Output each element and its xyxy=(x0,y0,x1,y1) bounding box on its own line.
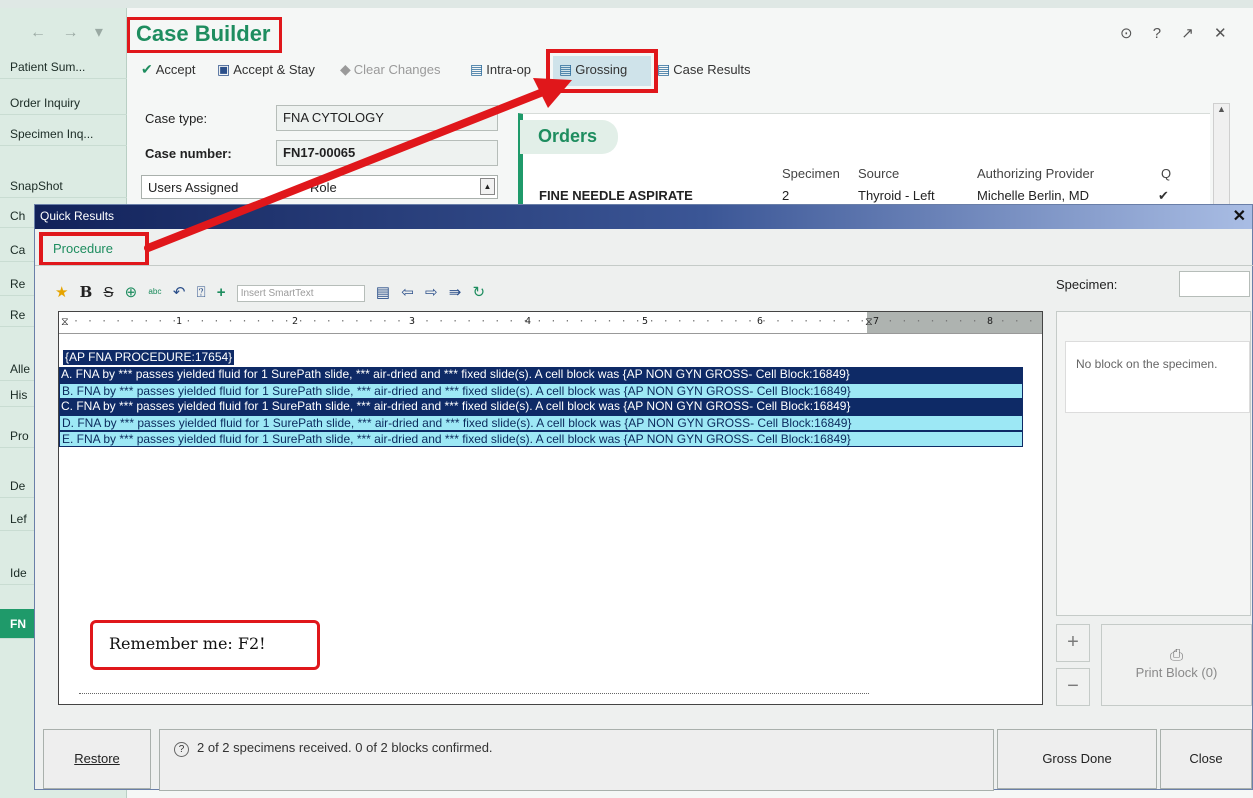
accept-button[interactable]: ✔ Accept xyxy=(141,61,195,78)
users-assigned-table-header: Users Assigned Role ▲ xyxy=(141,175,498,199)
ruler-number: 3 xyxy=(409,316,416,327)
indent-marker-icon[interactable]: ⧖ xyxy=(61,315,69,329)
case-number-label: Case number: xyxy=(145,146,232,161)
ruler-number: 2 xyxy=(292,316,299,327)
quick-results-dialog: Quick Results ✕ Procedure ★ B S ⊕ ᵃᵇᶜ ↶ … xyxy=(34,204,1253,791)
no-block-message: No block on the specimen. xyxy=(1065,341,1250,413)
case-results-button[interactable]: ▤ Case Results xyxy=(657,61,751,78)
orders-header-source: Source xyxy=(858,166,900,181)
procedure-smartlink[interactable]: {AP FNA PROCEDURE:17654} xyxy=(63,350,235,365)
window-icons[interactable]: ⊙ ? ↗ ✕ xyxy=(1120,24,1235,42)
smarttext-list-icon[interactable]: ▤ xyxy=(376,283,390,301)
restore-button[interactable]: Restore xyxy=(43,729,151,789)
orders-title: Orders xyxy=(520,120,618,154)
case-number-field[interactable]: FN17-00065 xyxy=(276,140,498,166)
intra-op-button[interactable]: ▤ Intra-op xyxy=(470,61,531,78)
form-icon: ▤ xyxy=(657,61,671,77)
dialog-title: Quick Results xyxy=(40,209,115,223)
smarttext-input[interactable]: Insert SmartText xyxy=(236,284,365,302)
ruler-number: 8 xyxy=(987,316,994,327)
check-icon: ✔ xyxy=(141,61,153,77)
undo-icon[interactable]: ↶ xyxy=(173,283,186,301)
previous-icon[interactable]: ⇦ xyxy=(401,283,414,301)
top-strip xyxy=(0,0,1253,8)
scroll-up-icon[interactable]: ▲ xyxy=(480,178,495,195)
tab-divider xyxy=(35,265,1253,266)
remove-block-button[interactable]: − xyxy=(1056,668,1090,706)
title-highlight-box xyxy=(127,17,282,53)
procedure-line-c[interactable]: C. FNA by *** passes yielded fluid for 1… xyxy=(59,399,1023,415)
next-icon[interactable]: ⇨ xyxy=(425,283,438,301)
sidebar-item-patient-summary[interactable]: Patient Sum... xyxy=(0,55,127,79)
order-provider: Michelle Berlin, MD xyxy=(977,188,1089,203)
callout-remember-f2: Remember me: F2! xyxy=(90,620,320,670)
accept-stay-button[interactable]: ▣ Accept & Stay xyxy=(217,61,315,78)
close-icon[interactable]: ✕ xyxy=(1233,206,1246,226)
bold-icon[interactable]: B xyxy=(80,283,93,301)
ruler-number: 7 xyxy=(873,316,880,327)
ruler-number: 5 xyxy=(642,316,649,327)
order-name[interactable]: FINE NEEDLE ASPIRATE xyxy=(539,188,693,203)
sidebar-item-order-inquiry[interactable]: Order Inquiry xyxy=(0,91,127,115)
question-icon: ? xyxy=(174,742,189,757)
close-button[interactable]: Close xyxy=(1160,729,1252,789)
status-text: 2 of 2 specimens received. 0 of 2 blocks… xyxy=(197,740,493,755)
role-header: Role xyxy=(310,180,337,195)
orders-header-specimen: Specimen xyxy=(782,166,840,181)
printer-icon: ⎙ xyxy=(1170,647,1183,664)
ruler-number: 1 xyxy=(176,316,183,327)
add-icon[interactable]: + xyxy=(217,284,226,301)
spellcheck-icon[interactable]: ᵃᵇᶜ xyxy=(148,286,161,300)
eraser-icon: ◆ xyxy=(340,61,351,77)
ruler-number: 4 xyxy=(525,316,532,327)
procedure-line-b[interactable]: B. FNA by *** passes yielded fluid for 1… xyxy=(59,383,1023,399)
ruler-ticks: · · · · · · · · · · · · · · · · · · · · … xyxy=(73,316,1042,327)
refresh-icon[interactable]: ↻ xyxy=(473,283,486,301)
help-icon[interactable]: ⍰ xyxy=(197,284,206,301)
print-block-label: Print Block (0) xyxy=(1135,665,1218,680)
sidebar-item-specimen-inquiry[interactable]: Specimen Inq... xyxy=(0,122,127,146)
checkmark-icon: ✔ xyxy=(1158,188,1169,203)
strikethrough-icon[interactable]: S xyxy=(103,284,113,301)
specimen-label: Specimen: xyxy=(1056,277,1118,292)
orders-header-q: Q xyxy=(1161,166,1172,181)
procedure-tab-highlight-box xyxy=(39,232,149,266)
editor-bottom-rule xyxy=(79,693,869,694)
procedure-line-d[interactable]: D. FNA by *** passes yielded fluid for 1… xyxy=(59,415,1023,431)
gross-done-button[interactable]: Gross Done xyxy=(997,729,1157,789)
print-block-button[interactable]: ⎙ Print Block (0) xyxy=(1101,624,1252,706)
save-icon: ▣ xyxy=(217,61,231,77)
zoom-icon[interactable]: ⊕ xyxy=(125,283,138,301)
orders-header-provider: Authorizing Provider xyxy=(977,166,1095,181)
procedure-line-a[interactable]: A. FNA by *** passes yielded fluid for 1… xyxy=(59,367,1023,383)
dialog-titlebar[interactable]: Quick Results ✕ xyxy=(35,205,1252,229)
nav-arrows[interactable]: ← → ▾ xyxy=(30,22,109,42)
star-icon[interactable]: ★ xyxy=(55,283,68,301)
order-specimen: 2 xyxy=(782,188,790,203)
order-source: Thyroid - Left xyxy=(858,188,935,203)
case-type-label: Case type: xyxy=(145,111,208,126)
specimen-input[interactable] xyxy=(1179,271,1250,297)
case-type-field[interactable]: FNA CYTOLOGY xyxy=(276,105,498,131)
procedure-line-e[interactable]: E. FNA by *** passes yielded fluid for 1… xyxy=(59,431,1023,447)
sidebar-item-snapshot[interactable]: SnapShot xyxy=(0,174,127,198)
grossing-highlight-box xyxy=(546,49,658,93)
ruler: ⧖ ⧖ · · · · · · · · · · · · · · · · · · … xyxy=(59,312,1042,334)
users-assigned-header: Users Assigned xyxy=(148,180,239,195)
clear-changes-button[interactable]: ◆ Clear Changes xyxy=(340,61,441,78)
status-bar: ? 2 of 2 specimens received. 0 of 2 block… xyxy=(159,729,994,791)
insert-icon[interactable]: ⇛ xyxy=(449,283,462,301)
ruler-number: 6 xyxy=(757,316,764,327)
rich-text-toolbar: ★ B S ⊕ ᵃᵇᶜ ↶ ⍰ + Insert SmartText ▤ ⇦ ⇨… xyxy=(55,283,492,305)
orders-scrollbar[interactable]: ▲ xyxy=(1213,103,1230,208)
add-block-button[interactable]: + xyxy=(1056,624,1090,662)
form-icon: ▤ xyxy=(470,61,484,77)
